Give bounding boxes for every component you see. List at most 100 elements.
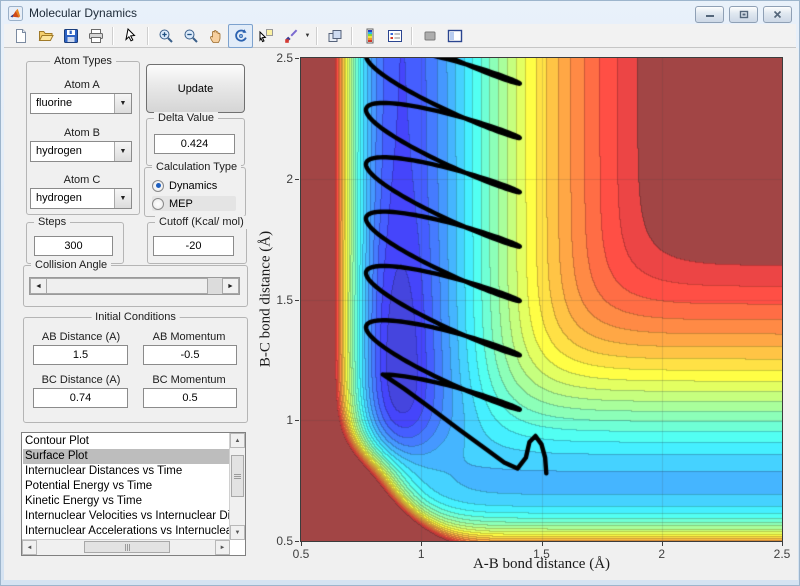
tick-mark <box>782 542 783 546</box>
atom-b-dropdown[interactable]: hydrogen ▼ <box>30 141 132 162</box>
link-plot-icon <box>328 29 341 42</box>
ab-distance-field[interactable] <box>33 345 128 365</box>
toolbar-separator <box>411 26 413 45</box>
list-item[interactable]: Internuclear Velocities vs Internuclear … <box>23 509 229 524</box>
chevron-down-icon[interactable]: ▼ <box>114 94 131 113</box>
plot-type-list: Contour Plot Surface Plot Internuclear D… <box>23 434 229 539</box>
horizontal-scrollbar[interactable]: ◄ ► <box>22 539 230 555</box>
insert-legend-button[interactable] <box>382 24 407 48</box>
axes-box[interactable] <box>300 57 783 542</box>
minimize-button[interactable] <box>695 6 724 23</box>
brush-dropdown-arrow[interactable]: ▼ <box>303 25 312 47</box>
update-button[interactable]: Update <box>146 64 245 113</box>
pan-hand-icon <box>209 29 220 43</box>
hide-plot-tools-icon <box>424 31 435 40</box>
hide-plot-tools-button[interactable] <box>417 24 442 48</box>
list-item[interactable]: Internuclear Accelerations vs Internucle… <box>23 524 229 539</box>
restore-button[interactable] <box>729 6 758 23</box>
atom-a-value: fluorine <box>36 97 73 109</box>
bc-momentum-field[interactable] <box>143 388 237 408</box>
radio-dynamics-label: Dynamics <box>169 179 218 192</box>
bc-distance-field[interactable] <box>33 388 128 408</box>
steps-field[interactable] <box>34 236 113 256</box>
vertical-scrollbar[interactable]: ▲ ▼ <box>229 433 245 540</box>
steps-group-title: Steps <box>34 216 71 229</box>
open-file-button[interactable] <box>33 24 58 48</box>
list-item[interactable]: Internuclear Distances vs Time <box>23 464 229 479</box>
cutoff-group-title: Cutoff (Kcal/ mol) <box>155 216 248 229</box>
brush-data-button[interactable] <box>278 24 303 48</box>
atom-c-dropdown[interactable]: hydrogen ▼ <box>30 188 132 209</box>
printer-icon <box>88 28 103 43</box>
collision-angle-group-title: Collision Angle <box>31 259 112 272</box>
list-item-selected[interactable]: Surface Plot <box>23 449 229 464</box>
delta-value-field[interactable] <box>154 134 235 154</box>
edit-plot-button[interactable] <box>118 24 143 48</box>
bc-distance-label: BC Distance (A) <box>41 374 121 386</box>
zoom-out-button[interactable] <box>178 24 203 48</box>
zoom-in-icon <box>159 29 173 43</box>
atom-a-dropdown[interactable]: fluorine ▼ <box>30 93 132 114</box>
scroll-left-icon[interactable]: ◄ <box>22 540 37 555</box>
atom-c-label: Atom C <box>63 174 101 186</box>
zoom-in-button[interactable] <box>153 24 178 48</box>
delta-value-group-title: Delta Value <box>154 112 219 125</box>
chevron-down-icon[interactable]: ▼ <box>114 142 131 161</box>
scroll-right-icon[interactable]: ► <box>215 540 230 555</box>
tick-label: 1 <box>417 547 425 561</box>
toolbar-separator <box>316 26 318 45</box>
plot-type-listbox[interactable]: Contour Plot Surface Plot Internuclear D… <box>21 432 246 556</box>
tick-label: 0.5 <box>292 547 310 561</box>
insert-colorbar-button[interactable] <box>357 24 382 48</box>
atom-types-group-title: Atom Types <box>50 55 116 68</box>
tick-mark <box>295 299 299 301</box>
tick-label: 2 <box>658 547 666 561</box>
link-plot-button[interactable] <box>322 24 347 48</box>
titlebar: Molecular Dynamics <box>4 3 796 23</box>
tick-mark <box>421 542 423 546</box>
slider-left-arrow-icon[interactable]: ◄ <box>30 278 47 294</box>
close-button[interactable] <box>763 6 792 23</box>
chevron-down-icon[interactable]: ▼ <box>114 189 131 208</box>
open-folder-icon <box>38 30 54 41</box>
toolbar-separator <box>147 26 149 45</box>
tick-label: 2.5 <box>773 547 791 561</box>
contour-plot-canvas[interactable] <box>301 58 782 541</box>
horizontal-scroll-thumb[interactable] <box>84 541 170 553</box>
window-title: Molecular Dynamics <box>29 6 138 20</box>
toolbar: ▼ <box>4 23 796 48</box>
new-document-icon <box>15 28 26 43</box>
figure-content: Atom Types Atom A fluorine ▼ Atom B hydr… <box>4 48 798 580</box>
tick-mark <box>295 58 299 59</box>
slider-thumb[interactable] <box>46 278 208 294</box>
new-figure-button[interactable] <box>8 24 33 48</box>
rotate-3d-button[interactable] <box>228 23 253 48</box>
brush-icon <box>284 29 297 43</box>
slider-right-arrow-icon[interactable]: ► <box>222 278 239 294</box>
scroll-down-icon[interactable]: ▼ <box>230 525 245 540</box>
cutoff-field[interactable] <box>153 236 234 256</box>
radio-dynamics[interactable]: Dynamics <box>152 178 236 193</box>
collision-angle-slider[interactable]: ◄ ► <box>29 277 240 295</box>
atom-a-label: Atom A <box>64 79 100 91</box>
radio-mep[interactable]: MEP <box>152 196 236 211</box>
data-cursor-button[interactable] <box>253 24 278 48</box>
scroll-up-icon[interactable]: ▲ <box>230 433 245 448</box>
tick-mark <box>541 542 543 546</box>
data-cursor-icon <box>259 28 273 42</box>
list-item[interactable]: Potential Energy vs Time <box>23 479 229 494</box>
vertical-scroll-thumb[interactable] <box>231 455 244 497</box>
pan-button[interactable] <box>203 24 228 48</box>
minimize-icon <box>705 15 714 17</box>
print-figure-button[interactable] <box>83 24 108 48</box>
list-item[interactable]: Contour Plot <box>23 434 229 449</box>
radio-mep-label: MEP <box>169 197 193 210</box>
arrow-cursor-icon <box>124 27 136 41</box>
tick-mark <box>295 541 299 542</box>
ab-momentum-field[interactable] <box>143 345 237 365</box>
save-figure-button[interactable] <box>58 24 83 48</box>
list-item[interactable]: Kinetic Energy vs Time <box>23 494 229 509</box>
show-plot-tools-button[interactable] <box>442 24 467 48</box>
restore-icon <box>739 10 748 19</box>
rotate-3d-icon <box>234 28 247 42</box>
